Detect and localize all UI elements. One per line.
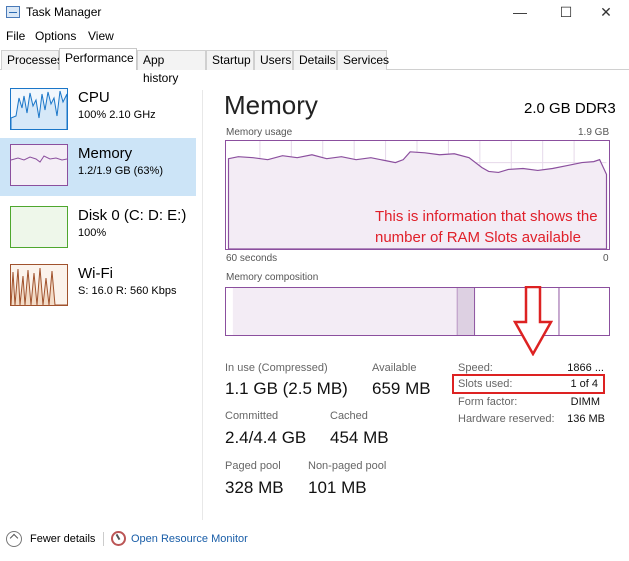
menu-bar: File Options View bbox=[0, 26, 629, 46]
wifi-graph-thumbnail bbox=[10, 264, 68, 306]
menu-options[interactable]: Options bbox=[35, 29, 76, 43]
sidebar-disk-title: Disk 0 (C: D: E:) bbox=[78, 207, 187, 224]
close-button[interactable]: ✕ bbox=[583, 0, 629, 26]
menu-view[interactable]: View bbox=[88, 29, 114, 43]
graph-time-right: 0 bbox=[603, 253, 609, 264]
title-bar: Task Manager — ☐ ✕ bbox=[0, 0, 629, 26]
nonpaged-pool-value: 101 MB bbox=[308, 478, 367, 497]
resource-monitor-icon[interactable] bbox=[111, 531, 126, 546]
tab-app-history[interactable]: App history bbox=[137, 50, 206, 85]
speed-label: Speed: bbox=[458, 362, 493, 374]
menu-file[interactable]: File bbox=[6, 29, 25, 43]
in-use-value: 1.1 GB (2.5 MB) bbox=[225, 379, 348, 398]
sidebar-item-wifi[interactable]: Wi-Fi S: 16.0 R: 560 Kbps bbox=[0, 258, 196, 316]
fewer-details-link[interactable]: Fewer details bbox=[30, 533, 95, 545]
tab-bar: Processes Performance App history Startu… bbox=[0, 48, 629, 85]
sidebar-cpu-subtitle: 100% 2.10 GHz bbox=[78, 109, 156, 121]
paged-pool-label: Paged pool bbox=[225, 460, 281, 472]
sidebar-item-memory[interactable]: Memory 1.2/1.9 GB (63%) bbox=[0, 138, 196, 196]
sidebar-wifi-title: Wi-Fi bbox=[78, 265, 113, 282]
annotation-text: This is information that shows the numbe… bbox=[375, 208, 598, 246]
memory-graph-thumbnail bbox=[10, 144, 68, 186]
open-resource-monitor-link[interactable]: Open Resource Monitor bbox=[131, 533, 248, 545]
graph-time-left: 60 seconds bbox=[226, 253, 278, 264]
form-factor-value: DIMM bbox=[570, 396, 600, 408]
memory-composition-label: Memory composition bbox=[226, 272, 319, 283]
memory-usage-label: Memory usage bbox=[226, 127, 293, 138]
sidebar-item-cpu[interactable]: CPU 100% 2.10 GHz bbox=[0, 82, 196, 140]
cached-value: 454 MB bbox=[330, 428, 389, 447]
tab-details[interactable]: Details bbox=[293, 50, 337, 70]
sidebar-wifi-subtitle: S: 16.0 R: 560 Kbps bbox=[78, 285, 177, 297]
memory-type: 2.0 GB DDR3 bbox=[524, 100, 616, 117]
window-title: Task Manager bbox=[26, 5, 102, 19]
available-value: 659 MB bbox=[372, 379, 431, 398]
annotation-arrow-icon bbox=[513, 286, 553, 356]
memory-usage-max: 1.9 GB bbox=[578, 127, 610, 138]
committed-value: 2.4/4.4 GB bbox=[225, 428, 307, 447]
cpu-graph-thumbnail bbox=[10, 88, 68, 130]
tab-processes[interactable]: Processes bbox=[1, 50, 63, 70]
sidebar-memory-subtitle: 1.2/1.9 GB (63%) bbox=[78, 165, 163, 177]
sidebar-cpu-title: CPU bbox=[78, 89, 110, 106]
tab-performance[interactable]: Performance bbox=[59, 48, 137, 70]
sidebar-memory-title: Memory bbox=[78, 145, 133, 162]
tab-services[interactable]: Services bbox=[337, 50, 389, 70]
hardware-reserved-value: 136 MB bbox=[567, 413, 605, 425]
chevron-up-icon[interactable] bbox=[6, 531, 22, 547]
task-manager-icon bbox=[6, 6, 20, 18]
bottom-separator bbox=[103, 532, 104, 546]
disk-graph-thumbnail bbox=[10, 206, 68, 248]
in-use-label: In use (Compressed) bbox=[225, 362, 328, 374]
paged-pool-value: 328 MB bbox=[225, 478, 284, 497]
committed-label: Committed bbox=[225, 410, 279, 422]
available-label: Available bbox=[372, 362, 417, 374]
sidebar-disk-subtitle: 100% bbox=[78, 227, 107, 239]
bottom-bar: Fewer details Open Resource Monitor bbox=[0, 528, 629, 556]
tab-startup[interactable]: Startup bbox=[206, 50, 254, 70]
tab-users[interactable]: Users bbox=[254, 50, 293, 70]
speed-value: 1866 ... bbox=[567, 362, 604, 374]
form-factor-label: Form factor: bbox=[458, 396, 518, 408]
sidebar-item-disk[interactable]: Disk 0 (C: D: E:) 100% bbox=[0, 200, 196, 258]
nonpaged-pool-label: Non-paged pool bbox=[308, 460, 387, 472]
cached-label: Cached bbox=[330, 410, 368, 422]
performance-sidebar: CPU 100% 2.10 GHz Memory 1.2/1.9 GB (63%… bbox=[0, 82, 200, 522]
page-title: Memory bbox=[224, 90, 318, 120]
annotation-highlight-box bbox=[452, 374, 605, 394]
sidebar-divider bbox=[202, 90, 203, 520]
minimize-button[interactable]: — bbox=[497, 0, 543, 26]
